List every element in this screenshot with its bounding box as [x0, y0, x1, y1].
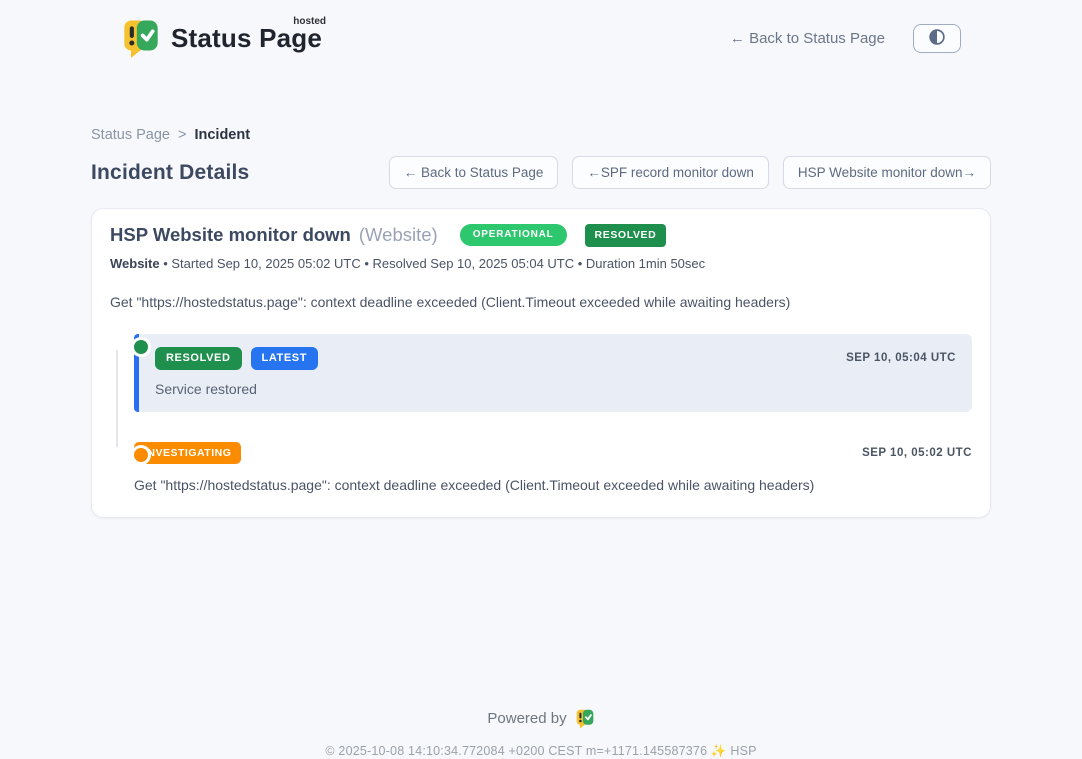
latest-update-box: RESOLVED LATEST SEP 10, 05:04 UTC Servic… [134, 334, 972, 412]
latest-badge: LATEST [251, 347, 319, 370]
brand-hosted-label: hosted [293, 16, 326, 27]
timeline-entry-resolved: RESOLVED LATEST SEP 10, 05:04 UTC Servic… [134, 334, 972, 412]
powered-by-label: Powered by [487, 710, 566, 727]
update-message: Service restored [155, 381, 956, 397]
statuspage-logo-icon [121, 17, 161, 59]
footer: Powered by © 2025-10-08 14:10:34.772084 … [91, 708, 991, 759]
brand-name: Status Page [171, 23, 322, 53]
incident-meta: Website • Started Sep 10, 2025 05:02 UTC… [110, 256, 972, 271]
statuspage-footer-logo-icon[interactable] [575, 708, 595, 729]
prev-incident-button[interactable]: ←SPF record monitor down [572, 156, 769, 189]
resolved-badge: RESOLVED [155, 347, 242, 370]
resolved-status-badge: RESOLVED [585, 224, 667, 247]
circle-half-icon [926, 26, 948, 51]
incident-title: HSP Website monitor down [110, 224, 351, 246]
header-back-link[interactable]: ← Back to Status Page [730, 30, 885, 47]
main-content: Status Page > Incident Incident Details … [91, 76, 991, 759]
breadcrumb-incident: Incident [194, 127, 250, 143]
theme-toggle-button[interactable] [913, 24, 961, 53]
incident-meta-details: • Started Sep 10, 2025 05:02 UTC • Resol… [160, 256, 706, 271]
incident-component: (Website) [359, 224, 438, 246]
incident-card: HSP Website monitor down (Website) OPERA… [91, 208, 991, 518]
update-timestamp: SEP 10, 05:04 UTC [846, 352, 956, 364]
incident-nav-buttons: ← Back to Status Page ←SPF record monito… [389, 156, 991, 189]
header: Status Page hosted ← Back to Status Page [91, 0, 991, 76]
timeline-dot-resolved [134, 340, 148, 354]
breadcrumb-status-page[interactable]: Status Page [91, 127, 170, 143]
next-incident-button[interactable]: HSP Website monitor down→ [783, 156, 991, 189]
timeline-dot-investigating [134, 448, 148, 462]
investigating-badge: INVESTIGATING [134, 442, 241, 465]
breadcrumb-separator: > [178, 127, 186, 143]
copyright-text: © 2025-10-08 14:10:34.772084 +0200 CEST … [91, 744, 991, 759]
back-to-status-page-button[interactable]: ← Back to Status Page [389, 156, 559, 189]
operational-status-badge: OPERATIONAL [460, 224, 567, 246]
incident-timeline: RESOLVED LATEST SEP 10, 05:04 UTC Servic… [110, 334, 972, 494]
update-message: Get "https://hostedstatus.page": context… [134, 477, 972, 493]
update-timestamp: SEP 10, 05:02 UTC [862, 447, 972, 459]
page-title: Incident Details [91, 161, 249, 185]
brand-logo[interactable]: Status Page hosted [121, 17, 322, 59]
incident-description: Get "https://hostedstatus.page": context… [110, 294, 972, 310]
timeline-entry-investigating: INVESTIGATING SEP 10, 05:02 UTC Get "htt… [134, 442, 972, 494]
timeline-connector [116, 350, 118, 447]
incident-meta-component: Website [110, 256, 160, 271]
breadcrumb: Status Page > Incident [91, 127, 991, 143]
